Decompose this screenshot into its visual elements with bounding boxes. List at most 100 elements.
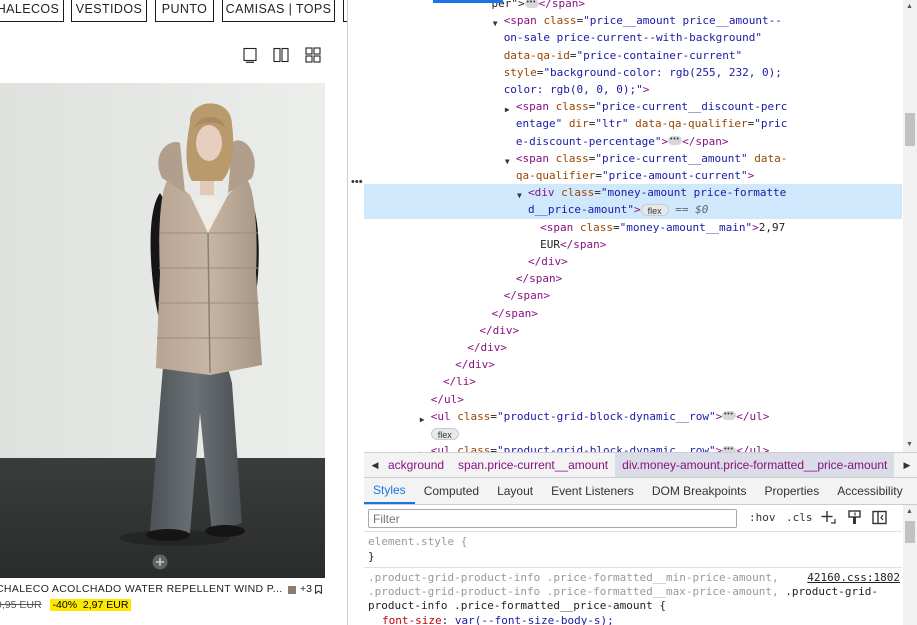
paint-brush-icon[interactable]: [847, 510, 862, 525]
dom-node-text: per"></span>: [492, 0, 585, 12]
styles-scrollbar[interactable]: ▲: [903, 505, 917, 625]
ellipsis-icon[interactable]: [722, 406, 737, 423]
dom-node-line[interactable]: <ul class="product-grid-block-dynamic__r…: [364, 441, 902, 452]
dom-token: </ul>: [736, 444, 770, 452]
dom-node-line[interactable]: </div>: [364, 322, 902, 339]
rule-selector-line-1[interactable]: .product-grid-product-info .price-format…: [368, 571, 779, 584]
tab-layout[interactable]: Layout: [488, 478, 542, 504]
bookmark-icon[interactable]: [315, 585, 322, 594]
dom-token: <div: [528, 186, 555, 200]
tab-event-listeners[interactable]: Event Listeners: [542, 478, 643, 504]
product-name[interactable]: CHALECO ACOLCHADO WATER REPELLENT WIND P…: [0, 583, 283, 595]
tab-dom-breakpoints[interactable]: DOM Breakpoints: [643, 478, 756, 504]
dom-node-text: </li>: [443, 373, 476, 390]
property-name[interactable]: font-size: [382, 614, 442, 625]
dom-token: color: rgb(0, 0, 0);": [503, 83, 643, 96]
dom-token: </div>: [455, 358, 495, 372]
dom-node-line[interactable]: </li>: [364, 373, 902, 390]
dom-node-line[interactable]: color: rgb(0, 0, 0);">: [364, 81, 902, 98]
dom-node-line[interactable]: </span>: [364, 305, 902, 322]
ellipsis-icon[interactable]: [668, 131, 683, 148]
styles-scroll-thumb[interactable]: [905, 521, 915, 543]
dom-token: "product-grid-block-dynamic__row": [497, 444, 716, 452]
dom-token: "pric: [754, 117, 788, 131]
more-colors-count[interactable]: +3: [300, 583, 312, 595]
dom-node-text: d__price-amount"> flex == $0: [528, 201, 708, 218]
dom-node-line[interactable]: EUR</span>: [364, 236, 902, 253]
dom-node-text: </div>: [467, 339, 507, 356]
dom-scrollbar[interactable]: ▲ ▼: [903, 0, 917, 452]
new-style-rule-icon[interactable]: [821, 510, 836, 525]
dom-scroll-thumb[interactable]: [905, 113, 915, 146]
dom-node-selected[interactable]: d__price-amount"> flex == $0: [364, 201, 902, 219]
category-tab-punto[interactable]: PUNTO: [155, 0, 214, 22]
dom-token: <ul: [430, 409, 451, 423]
dom-token: class: [579, 220, 614, 234]
single-column-view-icon[interactable]: [242, 47, 258, 63]
element-style-selector[interactable]: element.style {: [368, 535, 467, 548]
dom-node-line[interactable]: <span class="money-amount__main">2,97: [364, 219, 902, 236]
category-tab-chalecos[interactable]: HALECOS: [0, 0, 64, 22]
dom-node-line[interactable]: </div>: [364, 253, 902, 270]
dom-node-line[interactable]: </div>: [364, 356, 902, 373]
styles-pane[interactable]: element.style { } .product-grid-product-…: [364, 531, 902, 625]
dom-node-line[interactable]: </span>: [364, 270, 902, 287]
color-swatch[interactable]: [288, 586, 296, 594]
breadcrumb-left-icon[interactable]: ◀: [364, 453, 386, 477]
dom-node-line[interactable]: on-sale price-current--with-background": [364, 29, 902, 46]
plus-circle-icon[interactable]: [152, 554, 168, 570]
grid-view-icon[interactable]: [305, 47, 321, 63]
dom-node-selected[interactable]: <div class="money-amount price-formatte ▼: [364, 184, 902, 202]
dom-node-line[interactable]: flex: [364, 425, 902, 442]
dom-node-line[interactable]: <span class="price-current__discount-per…: [364, 98, 902, 115]
breadcrumb-item-active[interactable]: div.money-amount.price-formatted__price-…: [615, 453, 895, 477]
two-column-view-icon[interactable]: [273, 47, 289, 63]
dom-node-line[interactable]: </div>: [364, 339, 902, 356]
cls-toggle[interactable]: .cls: [786, 511, 813, 524]
dom-node-line[interactable]: entage" dir="ltr" data-qa-qualifier="pri…: [364, 115, 902, 132]
node-actions-ellipsis[interactable]: •••: [351, 176, 363, 188]
dom-node-line[interactable]: style="background-color: rgb(255, 232, 0…: [364, 64, 902, 81]
scroll-up-icon[interactable]: ▲: [906, 3, 913, 10]
category-tab-camisas-tops[interactable]: CAMISAS | TOPS: [222, 0, 335, 22]
flex-badge[interactable]: flex: [430, 428, 459, 440]
hov-toggle[interactable]: :hov: [749, 511, 776, 524]
expand-arrow-right-icon[interactable]: ▶: [420, 445, 425, 452]
breadcrumb-item[interactable]: ackground: [386, 453, 451, 477]
dom-node-line[interactable]: <span class="price__amount price__amount…: [364, 12, 902, 29]
breadcrumb-right-icon[interactable]: ▶: [896, 453, 917, 477]
dom-node-line[interactable]: data-qa-id="price-container-current": [364, 47, 902, 64]
source-link[interactable]: 42160.css:1802: [807, 571, 900, 584]
dom-node-line[interactable]: </ul>: [364, 391, 902, 408]
category-tab-vestidos[interactable]: VESTIDOS: [71, 0, 147, 22]
dom-node-line[interactable]: <span class="price-current__amount" data…: [364, 150, 902, 167]
property-value[interactable]: var(--font-size-body-s);: [455, 614, 614, 625]
dom-token: "price-current__amount": [595, 151, 748, 165]
tab-accessibility[interactable]: Accessibility: [828, 478, 911, 504]
tab-computed[interactable]: Computed: [415, 478, 488, 504]
dom-token: "price-current__discount-perc: [595, 100, 788, 114]
dom-node-line[interactable]: e-discount-percentage"> </span>: [364, 131, 902, 150]
tab-properties[interactable]: Properties: [756, 478, 829, 504]
ellipsis-icon[interactable]: [524, 0, 539, 11]
dom-token: class: [555, 151, 589, 165]
flex-badge[interactable]: flex: [640, 204, 669, 217]
dom-token: </span>: [560, 237, 607, 251]
rule-selector-line-2[interactable]: .product-grid-product-info .price-format…: [368, 585, 878, 598]
scroll-down-icon[interactable]: ▼: [906, 441, 913, 448]
dom-node-line[interactable]: </span>: [364, 287, 902, 304]
dom-token: </span>: [538, 0, 586, 10]
style-declaration[interactable]: font-size: var(--font-size-body-s);: [382, 614, 614, 625]
product-image[interactable]: [0, 83, 325, 578]
breadcrumb-item[interactable]: span.price-current__amount: [451, 453, 615, 477]
styles-scroll-up-icon[interactable]: ▲: [906, 508, 913, 515]
elements-dom-tree[interactable]: per"></span> <span class="price__amount p…: [364, 0, 902, 452]
scroll-highlight: [433, 0, 503, 3]
tab-styles[interactable]: Styles: [364, 478, 415, 504]
toggle-sidebar-icon[interactable]: [872, 510, 887, 525]
dom-node-text: qa-qualifier="price-amount-current">: [515, 169, 755, 182]
styles-filter-input[interactable]: [368, 509, 737, 528]
dom-node-line[interactable]: qa-qualifier="price-amount-current">: [364, 167, 902, 184]
rule-selector-line-3[interactable]: product-info .price-formatted__price-amo…: [368, 599, 666, 612]
dom-node-line[interactable]: <ul class="product-grid-block-dynamic__r…: [364, 406, 902, 425]
